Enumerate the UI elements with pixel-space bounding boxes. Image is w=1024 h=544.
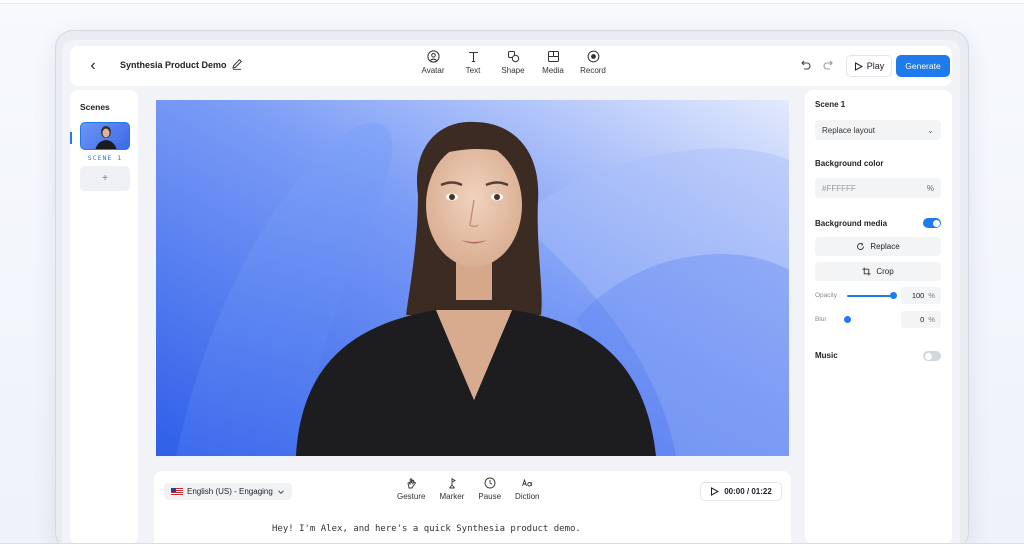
app-screen: ‹ Synthesia Product Demo Avatar Text Sha… — [62, 40, 960, 544]
marker-icon — [449, 478, 456, 489]
toggle-knob — [924, 352, 932, 360]
script-editor: English (US) - Engaging Gesture Marker P… — [154, 471, 791, 544]
opacity-unit: % — [928, 291, 935, 300]
shape-icon — [507, 51, 519, 63]
blur-value: 0 — [920, 315, 925, 324]
blur-slider-handle[interactable] — [843, 316, 851, 323]
add-scene-button[interactable]: + — [80, 166, 130, 191]
script-tools: Gesture Marker Pause Diction — [397, 477, 540, 501]
pencil-edit-icon[interactable] — [230, 57, 244, 71]
top-toolbar: ‹ Synthesia Product Demo Avatar Text Sha… — [70, 46, 952, 86]
chevron-down-icon — [277, 489, 284, 494]
tool-label: Record — [580, 66, 606, 75]
play-icon — [711, 487, 720, 496]
play-label: Play — [866, 61, 885, 71]
music-title: Music — [815, 351, 838, 360]
background-media-toggle[interactable] — [923, 218, 941, 228]
replace-label: Replace — [870, 242, 900, 251]
toggle-knob — [932, 219, 940, 227]
tool-label: Shape — [501, 66, 525, 75]
tool-label: Media — [542, 66, 564, 75]
scene-label: SCENE 1 — [87, 154, 123, 162]
scenes-panel: Scenes SCENE 1 + — [70, 90, 138, 544]
opacity-slider-handle[interactable] — [889, 292, 897, 299]
blur-input[interactable]: 0 % — [901, 311, 941, 328]
opacity-label: Opacity — [815, 292, 838, 299]
background-color-title: Background color — [815, 159, 884, 168]
chevron-down-icon: ⌄ — [927, 125, 934, 135]
pause-clock-icon — [484, 477, 496, 489]
tool-text[interactable]: Text — [460, 50, 486, 75]
tool-shape[interactable]: Shape — [500, 50, 526, 75]
timer-text: 00:00 / 01:22 — [724, 487, 772, 496]
crop-media-button[interactable]: Crop — [815, 262, 941, 281]
video-canvas[interactable] — [156, 100, 789, 456]
scene-thumbnail-1[interactable] — [80, 122, 130, 150]
script-text-input[interactable]: Hey! I'm Alex, and here's a quick Synthe… — [272, 524, 581, 534]
browser-top-edge — [0, 0, 1024, 4]
play-icon — [854, 61, 863, 71]
tool-record[interactable]: Record — [580, 50, 606, 75]
tool-gesture[interactable]: Gesture — [397, 477, 425, 501]
avatar-icon — [426, 50, 440, 63]
blur-slider[interactable] — [843, 316, 893, 323]
opacity-slider-fill — [847, 295, 893, 297]
crop-icon — [862, 267, 871, 276]
script-tool-label: Gesture — [397, 492, 426, 501]
insert-tools: Avatar Text Shape Media Record — [420, 50, 606, 75]
us-flag-icon — [171, 487, 183, 496]
back-arrow-icon[interactable]: ‹ — [84, 57, 102, 75]
opacity-input[interactable]: 100 % — [901, 287, 941, 304]
gesture-icon — [407, 478, 417, 489]
media-icon — [547, 51, 559, 62]
script-tool-label: Diction — [515, 492, 540, 501]
tool-diction[interactable]: Diction — [515, 477, 540, 501]
generate-button[interactable]: Generate — [896, 55, 950, 77]
tool-label: Avatar — [421, 66, 445, 75]
scene-avatar-thumbnail — [95, 126, 117, 149]
record-icon — [587, 50, 599, 63]
refresh-icon — [857, 242, 865, 250]
scene-settings-title: Scene 1 — [815, 100, 846, 109]
redo-icon[interactable] — [822, 58, 836, 72]
active-scene-marker — [70, 132, 72, 144]
tool-media[interactable]: Media — [540, 50, 566, 75]
project-title[interactable]: Synthesia Product Demo — [120, 60, 227, 70]
script-tool-label: Pause — [478, 492, 502, 501]
blur-label: Blur — [815, 316, 827, 323]
language-voice-select[interactable]: English (US) - Engaging — [164, 483, 292, 500]
scenes-title: Scenes — [80, 102, 110, 112]
opacity-value: 100 — [911, 291, 925, 300]
opacity-slider[interactable] — [847, 292, 897, 299]
crop-label: Crop — [876, 267, 894, 276]
music-toggle[interactable] — [923, 351, 941, 361]
tool-avatar[interactable]: Avatar — [420, 50, 446, 75]
canvas-scene — [156, 100, 789, 456]
layout-select[interactable]: Replace layout ⌄ — [815, 120, 941, 140]
script-tool-label: Marker — [439, 492, 465, 501]
tool-marker[interactable]: Marker — [439, 477, 464, 501]
layout-select-label: Replace layout — [822, 125, 875, 135]
language-label: English (US) - Engaging — [187, 487, 273, 496]
background-color-value: #FFFFFF — [822, 183, 856, 193]
tool-label: Text — [465, 66, 481, 75]
text-icon — [468, 51, 478, 63]
background-color-unit: % — [926, 183, 934, 193]
background-media-title: Background media — [815, 219, 888, 228]
properties-panel: Scene 1 Replace layout ⌄ Background colo… — [805, 90, 952, 544]
blur-unit: % — [928, 315, 935, 324]
play-button[interactable]: Play — [846, 55, 892, 77]
preview-timer-button[interactable]: 00:00 / 01:22 — [700, 482, 782, 501]
undo-icon[interactable] — [798, 58, 812, 72]
diction-icon — [522, 478, 533, 487]
replace-media-button[interactable]: Replace — [815, 237, 941, 256]
tool-pause[interactable]: Pause — [478, 477, 501, 501]
background-color-input[interactable]: #FFFFFF % — [815, 178, 941, 198]
